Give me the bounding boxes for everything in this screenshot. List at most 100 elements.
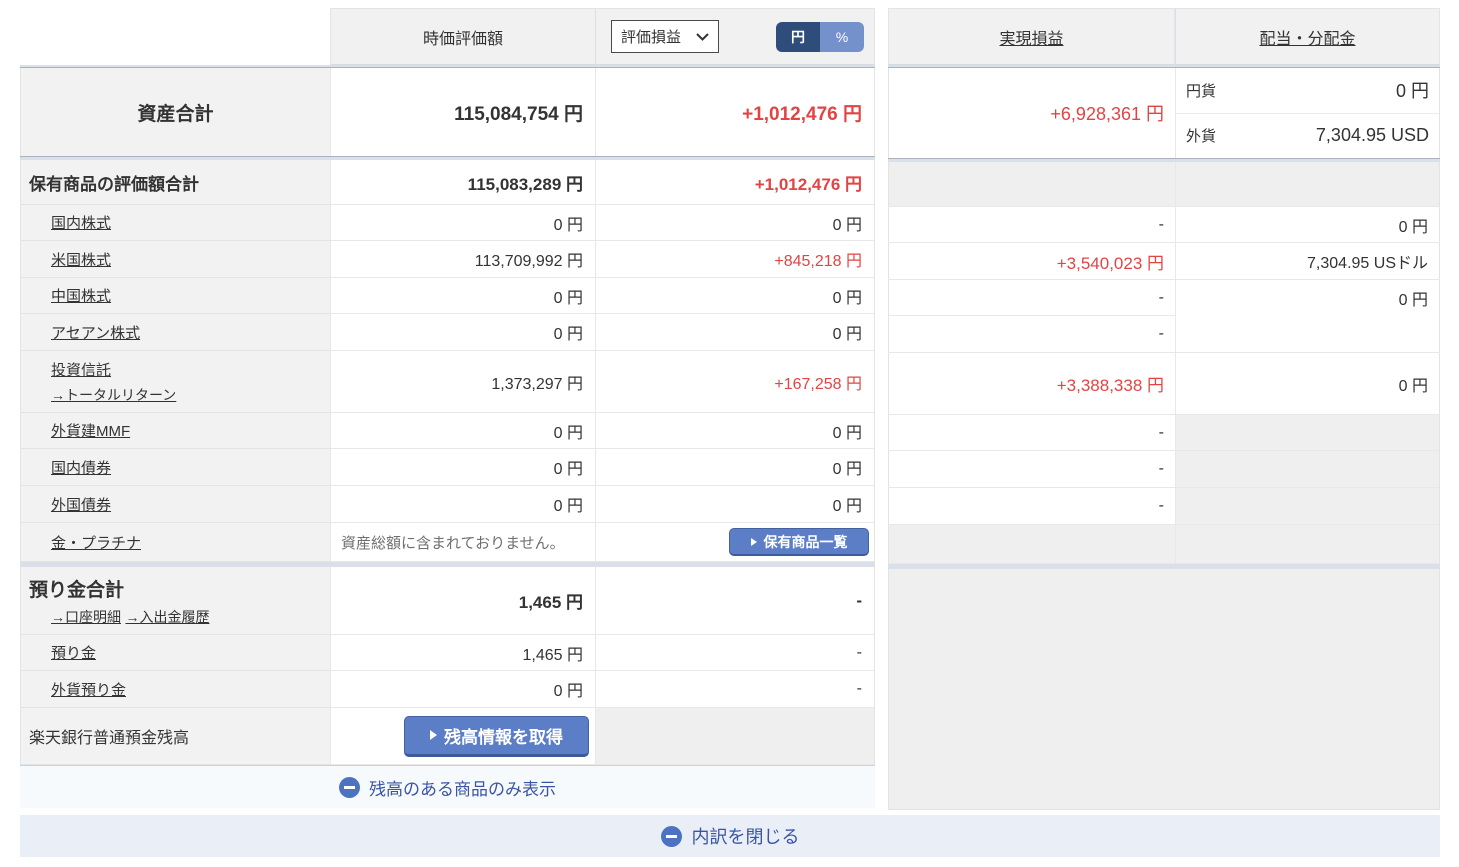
dividend-header-link[interactable]: 配当・分配金 (1259, 25, 1355, 49)
dividend-jpy-value: 0 円 (1396, 77, 1429, 103)
realized-gain-header-link[interactable]: 実現損益 (999, 25, 1063, 49)
fx-deposit-market-value: 0 円 (330, 671, 595, 708)
fx-deposit-gain: - (595, 671, 875, 708)
realized-gold-platinum-cell (888, 525, 1175, 564)
header-spacer (20, 8, 330, 65)
gold-platinum-link[interactable]: 金・プラチナ (51, 532, 141, 553)
right-header-row: 実現損益 配当・分配金 (888, 8, 1440, 65)
domestic-bond-link[interactable]: 国内債券 (51, 457, 111, 478)
jpy-deposit-market-value: 1,465 円 (330, 635, 595, 671)
total-realized-gain: +6,928,361 円 (888, 68, 1175, 158)
total-assets-market-value: 115,084,754 円 (330, 68, 595, 156)
dividend-holdings-total-cell (1175, 162, 1440, 207)
us-stock-gain: +845,218 円 (595, 241, 875, 278)
fx-mmf-link[interactable]: 外貨建MMF (51, 420, 130, 441)
right-empty-block (888, 569, 1440, 810)
china-stock-market-value: 0 円 (330, 278, 595, 314)
jpy-deposit-gain: - (595, 635, 875, 671)
dividend-domestic-bond-cell (1175, 451, 1440, 488)
right-summary-row: +6,928,361 円 円貨 0 円 外貨 7,304.95 USD (888, 67, 1440, 159)
fx-mmf-gain: 0 円 (595, 413, 875, 449)
table-row-china-stock: 中国株式 0 円 0 円 (20, 278, 875, 314)
table-row-domestic-stock: 国内株式 0 円 0 円 (20, 205, 875, 241)
realized-domestic-bond: - (888, 451, 1175, 488)
dividend-fx-mmf-cell (1175, 415, 1440, 451)
asean-stock-link[interactable]: アセアン株式 (51, 322, 140, 343)
dividend-china-asean-merged-cell: 0 円 (1175, 280, 1440, 353)
gold-platinum-note: 資産総額に含まれておりません。 (330, 523, 595, 562)
dividend-gold-platinum-cell (1175, 525, 1440, 564)
table-row-mutual-fund: 投資信託 →トータルリターン 1,373,297 円 +167,258 円 (20, 351, 875, 413)
dividend-china-stock-value: 0 円 (1399, 280, 1428, 316)
mutual-fund-link[interactable]: 投資信託 (51, 359, 111, 380)
triangle-right-icon (751, 538, 757, 546)
foreign-bond-link[interactable]: 外国債券 (51, 494, 111, 515)
foreign-bond-market-value: 0 円 (330, 486, 595, 523)
dividend-foreign-bond-cell (1175, 488, 1440, 525)
deposit-history-link[interactable]: →入出金履歴 (125, 609, 209, 625)
gain-type-select[interactable]: 評価損益 (611, 20, 719, 53)
china-stock-link[interactable]: 中国株式 (51, 285, 111, 306)
market-value-column-header: 時価評価額 (330, 8, 595, 65)
total-return-link[interactable]: →トータルリターン (51, 385, 176, 405)
total-assets-row: 資産合計 115,084,754 円 +1,012,476 円 (20, 67, 875, 157)
chevron-down-icon (696, 33, 709, 41)
asean-stock-market-value: 0 円 (330, 314, 595, 351)
holdings-total-gain: +1,012,476 円 (595, 160, 875, 205)
holdings-list-button[interactable]: 保有商品一覧 (729, 528, 869, 556)
total-dividend-cell: 円貨 0 円 外貨 7,304.95 USD (1175, 68, 1440, 158)
realized-holdings-total-cell (888, 162, 1175, 207)
foreign-bond-gain: 0 円 (595, 486, 875, 523)
toggle-yen-button[interactable]: 円 (776, 22, 820, 52)
total-assets-label: 資産合計 (20, 68, 330, 156)
left-header-row: 時価評価額 評価損益 円 % (20, 8, 875, 65)
table-row-foreign-bond: 外国債券 0 円 0 円 (20, 486, 875, 523)
close-breakdown-label: 内訳を閉じる (692, 823, 800, 849)
dividend-fx-value: 7,304.95 USD (1316, 125, 1429, 146)
table-row-fx-deposit: 外貨預り金 0 円 - (20, 671, 875, 708)
total-assets-gain: +1,012,476 円 (595, 68, 875, 156)
china-stock-gain: 0 円 (595, 278, 875, 314)
toggle-percent-button[interactable]: % (820, 22, 864, 52)
realized-column: - +3,540,023 円 - - +3,388,338 円 - - - (888, 162, 1175, 564)
gain-type-select-value: 評価損益 (621, 26, 681, 47)
realized-us-stock: +3,540,023 円 (888, 243, 1175, 280)
assets-table: 時価評価額 評価損益 円 % 資産合計 115,084,754 円 +1,012… (20, 8, 875, 808)
deposit-total-label: 預り金合計 (29, 575, 124, 602)
realized-dividend-table: 実現損益 配当・分配金 +6,928,361 円 円貨 0 円 外貨 7,304… (888, 8, 1440, 810)
us-stock-link[interactable]: 米国株式 (51, 249, 111, 270)
table-row-us-stock: 米国株式 113,709,992 円 +845,218 円 (20, 241, 875, 278)
dividend-column: 0 円 7,304.95 USドル 0 円 0 円 (1175, 162, 1440, 564)
table-row-gold-platinum: 金・プラチナ 資産総額に含まれておりません。 保有商品一覧 (20, 523, 875, 562)
domestic-stock-market-value: 0 円 (330, 205, 595, 241)
account-detail-link[interactable]: →口座明細 (51, 609, 121, 625)
get-balance-button[interactable]: 残高情報を取得 (404, 716, 589, 757)
filter-balance-only-bar[interactable]: 残高のある商品のみ表示 (20, 765, 875, 808)
domestic-bond-market-value: 0 円 (330, 449, 595, 486)
mutual-fund-market-value: 1,373,297 円 (330, 351, 595, 413)
realized-domestic-stock: - (888, 207, 1175, 243)
fx-deposit-link[interactable]: 外貨預り金 (51, 679, 126, 700)
realized-asean-stock: - (888, 316, 1175, 353)
dividend-mutual-fund: 0 円 (1175, 353, 1440, 415)
yen-percent-toggle: 円 % (776, 22, 864, 52)
get-balance-button-label: 残高情報を取得 (444, 723, 563, 748)
mutual-fund-gain: +167,258 円 (595, 351, 875, 413)
fx-mmf-market-value: 0 円 (330, 413, 595, 449)
domestic-stock-link[interactable]: 国内株式 (51, 212, 111, 233)
deposit-total-row: 預り金合計 →口座明細 →入出金履歴 1,465 円 - (20, 567, 875, 635)
holdings-list-button-label: 保有商品一覧 (764, 532, 848, 552)
jpy-deposit-link[interactable]: 預り金 (51, 642, 96, 663)
bank-balance-row: 楽天銀行普通預金残高 残高情報を取得 (20, 708, 875, 765)
close-breakdown-bar[interactable]: 内訳を閉じる (20, 815, 1440, 857)
asean-stock-gain: 0 円 (595, 314, 875, 351)
minus-circle-icon (339, 777, 360, 798)
asset-summary-page: 時価評価額 評価損益 円 % 資産合計 115,084,754 円 +1,012… (0, 0, 1459, 867)
bank-balance-label: 楽天銀行普通預金残高 (20, 708, 330, 765)
holdings-total-label: 保有商品の評価額合計 (20, 160, 330, 205)
domestic-stock-gain: 0 円 (595, 205, 875, 241)
dividend-fx-label: 外貨 (1186, 125, 1216, 146)
deposit-total-market-value: 1,465 円 (330, 567, 595, 635)
deposit-total-gain: - (595, 567, 875, 635)
table-row-jpy-deposit: 預り金 1,465 円 - (20, 635, 875, 671)
